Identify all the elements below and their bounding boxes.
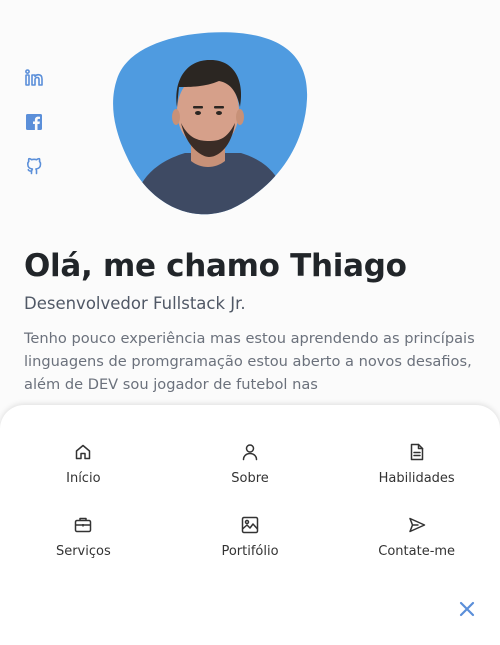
nav-item-habilidades[interactable]: Habilidades	[333, 443, 500, 486]
facebook-link[interactable]	[24, 112, 44, 132]
nav-item-label: Sobre	[231, 471, 269, 486]
nav-item-contate-me[interactable]: Contate-me	[333, 516, 500, 559]
github-link[interactable]	[24, 156, 44, 176]
nav-grid: Início Sobre Habilidades Serviços Portif…	[0, 443, 500, 559]
page-title: Olá, me chamo Thiago	[24, 248, 407, 284]
hero-description: Tenho pouco experiência mas estou aprend…	[24, 330, 475, 393]
home-icon	[74, 443, 92, 461]
nav-item-label: Portifólio	[221, 544, 279, 559]
facebook-icon	[24, 112, 44, 132]
linkedin-icon	[24, 68, 44, 88]
user-icon	[241, 443, 259, 461]
close-icon	[456, 598, 478, 620]
close-button[interactable]	[456, 598, 478, 620]
github-icon	[24, 156, 44, 176]
hero-section: Olá, me chamo Thiago Desenvolvedor Fulls…	[24, 248, 476, 396]
file-icon	[408, 443, 426, 461]
nav-item-label: Serviços	[55, 544, 111, 559]
nav-item-label: Habilidades	[378, 471, 455, 486]
send-icon	[408, 516, 426, 534]
nav-item-label: Início	[66, 471, 101, 486]
profile-photo	[107, 27, 311, 217]
nav-item-portifolio[interactable]: Portifólio	[167, 516, 334, 559]
page-subtitle: Desenvolvedor Fullstack Jr.	[24, 294, 246, 313]
nav-item-label: Contate-me	[378, 544, 456, 559]
nav-item-sobre[interactable]: Sobre	[167, 443, 334, 486]
briefcase-icon	[74, 516, 92, 534]
linkedin-link[interactable]	[24, 68, 44, 88]
nav-item-servicos[interactable]: Serviços	[0, 516, 167, 559]
social-links	[24, 68, 44, 176]
image-icon	[241, 516, 259, 534]
nav-item-inicio[interactable]: Início	[0, 443, 167, 486]
nav-menu: Início Sobre Habilidades Serviços Portif…	[0, 405, 500, 645]
